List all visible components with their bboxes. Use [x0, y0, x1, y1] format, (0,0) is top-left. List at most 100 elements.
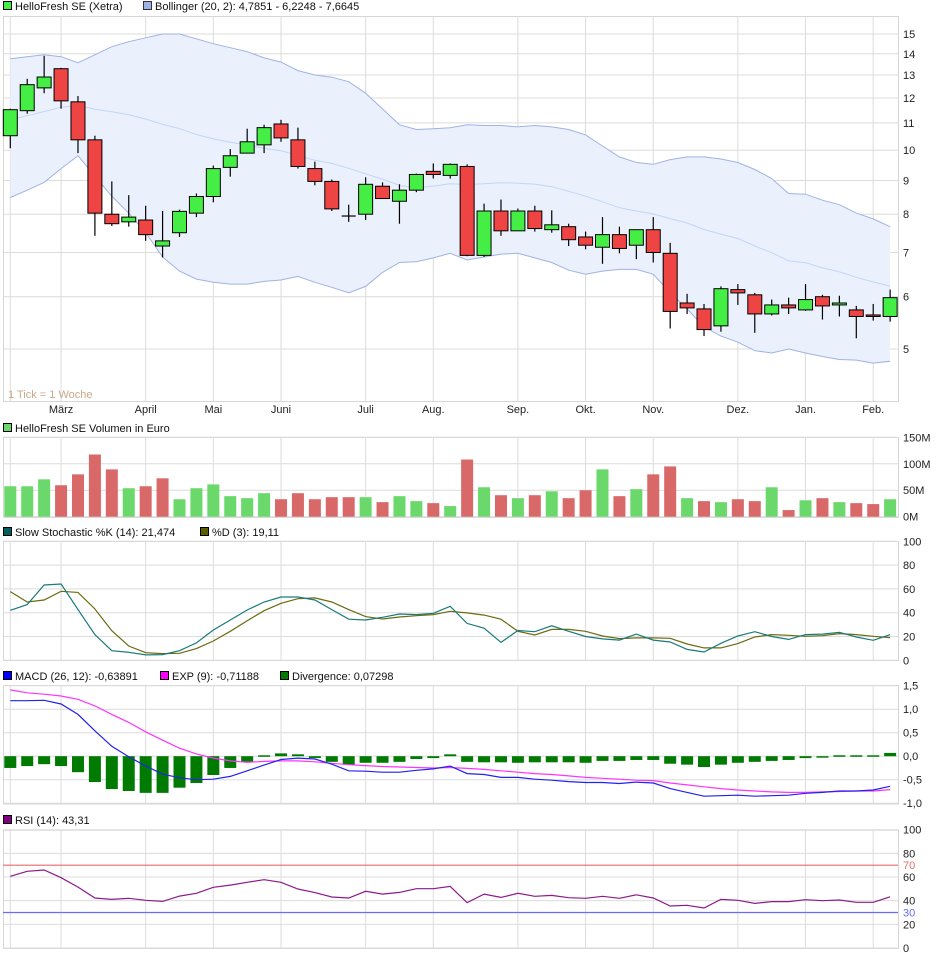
candlestick — [324, 179, 340, 212]
candle-body-down — [747, 294, 763, 315]
volume-bar — [55, 485, 68, 517]
divergence-bar — [308, 756, 321, 759]
divergence-bar — [647, 756, 660, 760]
price-y-tick-label: 11 — [903, 118, 914, 130]
divergence-bar — [511, 756, 524, 763]
price-legend-swatch — [3, 1, 12, 10]
volume-bar — [494, 495, 507, 517]
volume-bar — [291, 493, 304, 517]
volume-panel: 150M 100M 50M 0M — [3, 432, 931, 524]
month-label: Juni — [271, 404, 291, 416]
candle-body-down — [611, 234, 627, 249]
price-y-tick-label: 9 — [903, 175, 909, 187]
candle-body-up — [155, 240, 171, 247]
macd-y-tick-label: 0,0 — [903, 751, 918, 763]
divergence-bar — [444, 754, 457, 757]
volume-bar — [393, 496, 406, 517]
rsi-y-tick-label: 70 — [903, 860, 915, 872]
candlestick — [476, 203, 492, 258]
candlestick — [188, 193, 204, 218]
candlestick — [408, 173, 424, 193]
macd-y-tick-label: -1,0 — [903, 798, 922, 810]
stochastic-y-tick-label: 60 — [903, 584, 915, 596]
rsi-plot-area — [3, 829, 899, 950]
divergence-bar — [55, 756, 68, 767]
rsi-y-tick-label: 100 — [903, 825, 921, 837]
price-y-tick-label: 8 — [903, 209, 909, 221]
month-label: Sep. — [507, 404, 530, 416]
stoch-d-legend-label: %D (3): 19,11 — [212, 527, 279, 539]
divergence-bar — [88, 756, 101, 783]
price-legend-label: HelloFresh SE (Xetra) — [15, 1, 123, 13]
divergence-bar — [342, 756, 355, 765]
volume-bar — [596, 469, 609, 517]
volume-bar — [461, 459, 474, 517]
price-legend: HelloFresh SE (Xetra) Bollinger (20, 2):… — [3, 1, 359, 13]
volume-bar — [545, 491, 558, 517]
month-label: April — [135, 404, 157, 416]
divergence-bar — [494, 756, 507, 763]
candle-body-up — [121, 216, 137, 223]
month-label: März — [49, 404, 73, 416]
volume-bar — [275, 499, 288, 517]
volume-bar — [782, 510, 795, 517]
divergence-bar — [698, 756, 711, 768]
divergence-bar — [478, 756, 491, 763]
rsi-y-tick-label: 30 — [903, 908, 915, 920]
divergence-bar — [122, 756, 135, 791]
volume-bar — [816, 498, 829, 517]
volume-bar — [714, 502, 727, 517]
candle-body-down — [696, 308, 712, 331]
candle-body-down — [138, 219, 154, 236]
candle-body-up — [358, 183, 374, 215]
volume-plot-area — [3, 437, 899, 518]
volume-legend-swatch — [3, 423, 12, 432]
price-panel: 15 14 13 12 11 10 9 8 7 6 5 März April Mai Juni Juli Aug… — [2, 16, 915, 416]
bollinger-legend-label: Bollinger (20, 2): 4,7851 - 6,2248 - 7,6… — [155, 1, 359, 13]
candle-body-down — [781, 304, 797, 309]
candle-body-up — [510, 210, 526, 232]
divergence-bar — [630, 756, 643, 760]
price-y-tick-label: 12 — [903, 93, 915, 105]
divergence-bar — [867, 755, 880, 757]
price-y-tick-label: 15 — [903, 29, 915, 41]
volume-bar — [105, 469, 118, 517]
volume-bar — [850, 503, 863, 517]
volume-bar — [173, 499, 186, 517]
volume-legend-label: HelloFresh SE Volumen in Euro — [15, 423, 170, 435]
candle-body-up — [19, 84, 35, 112]
volume-bar — [562, 498, 575, 517]
volume-y-tick-label: 0M — [903, 512, 918, 524]
rsi-y-tick-label: 40 — [903, 896, 915, 908]
stochastic-y-tick-label: 100 — [903, 536, 921, 548]
volume-bar — [698, 501, 711, 517]
candle-body-up — [476, 210, 492, 256]
candlestick — [459, 164, 475, 257]
volume-bar — [731, 499, 744, 517]
candle-body-down — [578, 236, 594, 246]
candle-body-down — [679, 302, 695, 309]
divergence-bar — [410, 756, 423, 760]
macd-y-tick-label: 1,5 — [903, 681, 918, 693]
divergence-bar — [748, 756, 761, 762]
candle-body-down — [662, 252, 678, 312]
exp-legend-label: EXP (9): -0,71188 — [172, 671, 259, 683]
candle-body-up — [595, 234, 610, 248]
macd-y-tick-label: -0,5 — [903, 775, 922, 787]
candle-body-up — [764, 304, 780, 315]
month-label: Aug. — [422, 404, 445, 416]
candle-body-up — [798, 299, 814, 311]
divergence-bar — [461, 756, 474, 762]
candle-body-up — [391, 189, 407, 202]
candle-body-down — [645, 229, 661, 254]
candle-body-up — [222, 155, 238, 168]
candle-body-up — [172, 210, 187, 234]
volume-bar — [122, 488, 135, 517]
divergence-bar — [833, 755, 846, 757]
divergence-bar — [816, 756, 829, 758]
candle-body-up — [628, 229, 644, 246]
candle-body-up — [188, 196, 204, 214]
stochastic-y-tick-label: 40 — [903, 608, 915, 620]
divergence-bar — [427, 756, 440, 759]
stochastic-legend: Slow Stochastic %K (14): 21,474 %D (3): … — [3, 527, 279, 539]
